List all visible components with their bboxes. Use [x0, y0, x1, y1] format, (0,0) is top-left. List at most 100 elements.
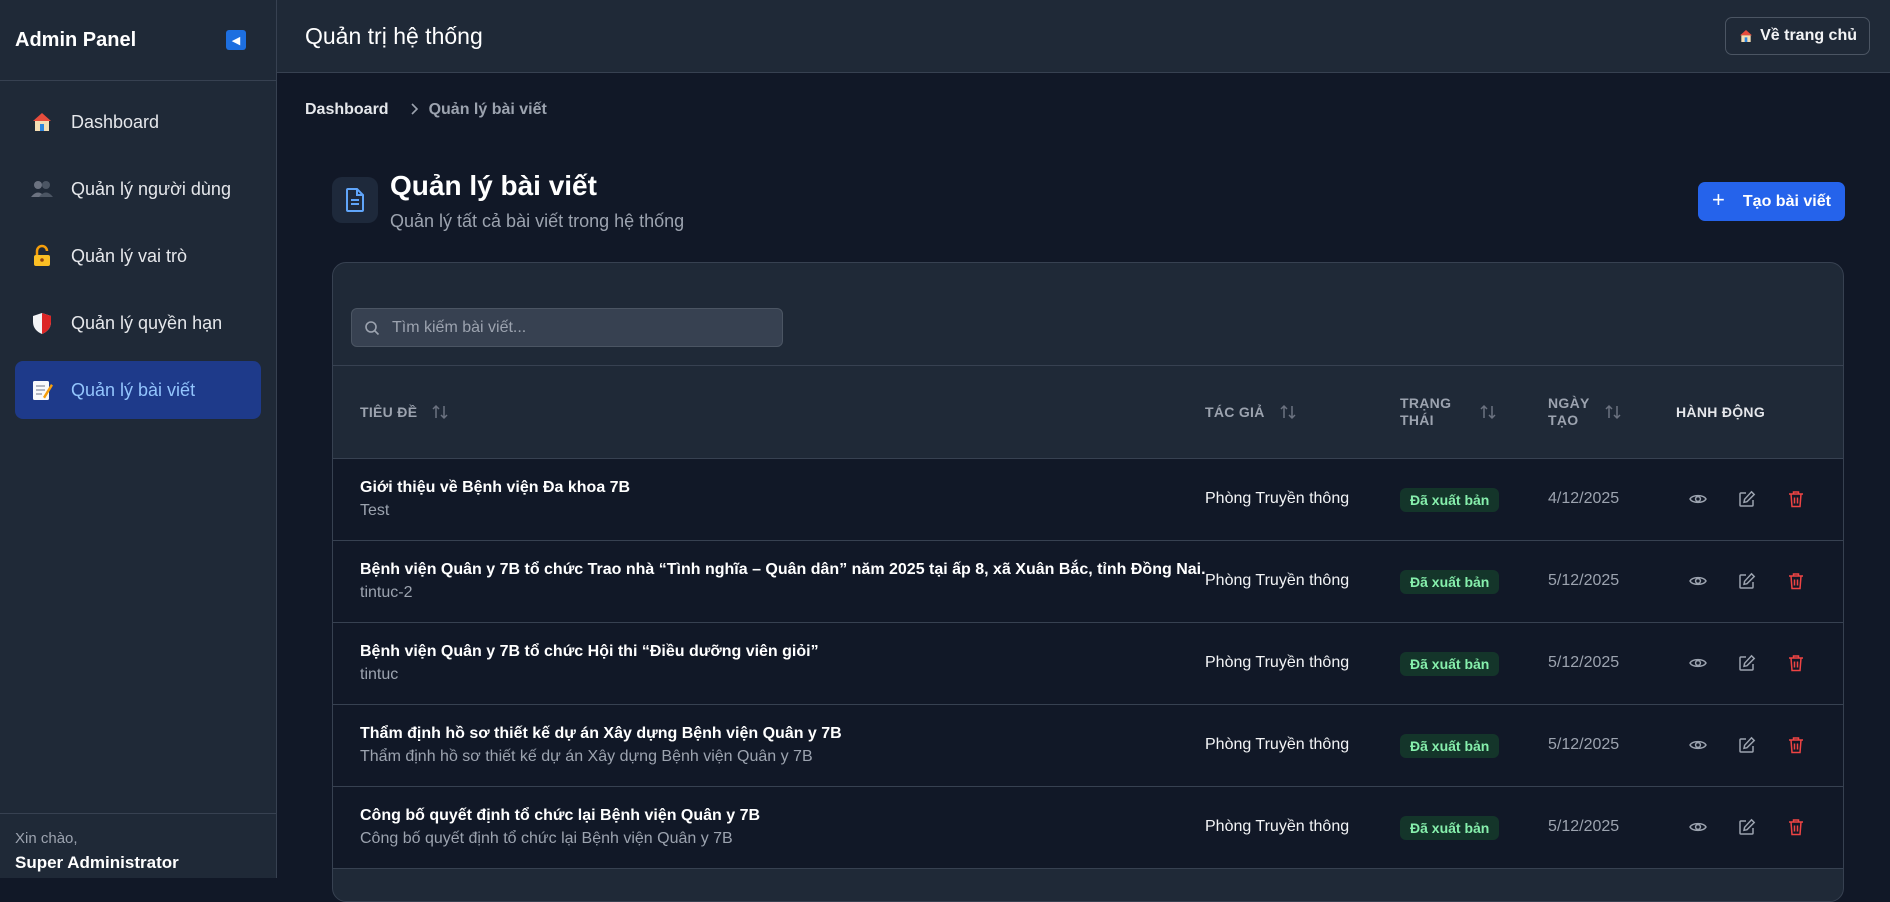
- post-author: Phòng Truyền thông: [1205, 654, 1350, 671]
- trash-icon: [1789, 737, 1803, 754]
- post-title: Công bố quyết định tổ chức lại Bệnh viện…: [360, 807, 761, 824]
- sidebar-item-permissions[interactable]: Quản lý quyền hạn: [15, 294, 261, 352]
- users-icon: [29, 176, 55, 202]
- table-row: Giới thiệu về Bệnh viện Đa khoa 7B Test …: [333, 459, 1843, 541]
- sort-icon: [1604, 404, 1622, 420]
- home-button[interactable]: Về trang chủ: [1725, 17, 1870, 55]
- edit-icon: [1739, 572, 1756, 589]
- column-header-date[interactable]: NGÀY TẠO: [1548, 395, 1622, 429]
- sidebar-item-users[interactable]: Quản lý người dùng: [15, 160, 261, 218]
- chevron-right-icon: [409, 102, 419, 118]
- greeting-text: Xin chào,: [15, 830, 78, 847]
- shield-icon: [29, 310, 55, 336]
- home-button-label: Về trang chủ: [1760, 27, 1857, 44]
- column-header-title[interactable]: TIÊU ĐỀ: [360, 404, 449, 420]
- topbar: Quản trị hệ thống Về trang chủ: [277, 0, 1890, 73]
- view-button[interactable]: [1688, 489, 1708, 509]
- delete-button[interactable]: [1786, 735, 1806, 755]
- sidebar-item-label: Quản lý bài viết: [71, 379, 196, 400]
- page-title: Quản lý bài viết: [390, 170, 597, 201]
- status-badge: Đã xuất bản: [1400, 488, 1500, 512]
- post-date: 4/12/2025: [1548, 490, 1620, 507]
- sidebar-item-label: Quản lý quyền hạn: [71, 312, 223, 333]
- delete-button[interactable]: [1786, 571, 1806, 591]
- post-author: Phòng Truyền thông: [1205, 572, 1350, 589]
- sidebar-item-roles[interactable]: Quản lý vai trò: [15, 227, 261, 285]
- sidebar-user: Xin chào, Super Administrator: [0, 813, 276, 878]
- eye-icon: [1689, 822, 1707, 832]
- trash-icon: [1789, 819, 1803, 836]
- create-post-button[interactable]: + Tạo bài viết: [1698, 182, 1845, 221]
- column-header-label-line: TRẠNG: [1400, 395, 1452, 411]
- edit-icon: [1739, 654, 1756, 671]
- search-icon: [364, 320, 380, 336]
- table-header: TIÊU ĐỀ TÁC GIẢ TRẠNG THÁI NGÀY TẠO HÀNH Đ…: [333, 366, 1843, 459]
- column-header-actions: HÀNH ĐỘNG: [1676, 404, 1765, 420]
- table-body: Giới thiệu về Bệnh viện Đa khoa 7B Test …: [333, 459, 1843, 869]
- breadcrumb-current: Quản lý bài viết: [428, 101, 547, 118]
- post-title: Bệnh viện Quân y 7B tổ chức Trao nhà “Tì…: [360, 561, 1206, 578]
- post-author: Phòng Truyền thông: [1205, 490, 1350, 507]
- edit-icon: [1739, 736, 1756, 753]
- edit-button[interactable]: [1737, 489, 1757, 509]
- search-box: [351, 308, 783, 347]
- post-title: Giới thiệu về Bệnh viện Đa khoa 7B: [360, 479, 631, 496]
- plus-icon: +: [1712, 187, 1725, 212]
- house-icon: [29, 109, 55, 135]
- post-author: Phòng Truyền thông: [1205, 736, 1350, 753]
- edit-icon: [1739, 490, 1756, 507]
- view-button[interactable]: [1688, 735, 1708, 755]
- table-row: Bệnh viện Quân y 7B tổ chức Hội thi “Điề…: [333, 623, 1843, 705]
- column-header-status[interactable]: TRẠNG THÁI: [1400, 395, 1497, 429]
- collapse-sidebar-button[interactable]: ◀: [226, 30, 246, 50]
- sidebar: Admin Panel ◀ Dashboard Quản lý người dù…: [0, 0, 277, 878]
- column-header-label: NGÀY TẠO: [1548, 395, 1590, 429]
- post-slug: Công bố quyết định tổ chức lại Bệnh viện…: [360, 830, 733, 847]
- post-date: 5/12/2025: [1548, 654, 1620, 671]
- posts-card: TIÊU ĐỀ TÁC GIẢ TRẠNGTHÁI NGÀYTẠO HÀNH Đ…: [332, 262, 1844, 902]
- breadcrumb-home-link[interactable]: Dashboard: [305, 101, 389, 119]
- user-name: Super Administrator: [15, 853, 179, 872]
- column-header-author[interactable]: TÁC GIẢ: [1205, 404, 1297, 420]
- lock-key-icon: [29, 243, 55, 269]
- sidebar-item-label: Quản lý người dùng: [71, 178, 231, 199]
- sort-icon: [1279, 404, 1297, 420]
- document-icon: [332, 177, 378, 223]
- search-input[interactable]: [390, 317, 774, 338]
- delete-button[interactable]: [1786, 489, 1806, 509]
- post-title: Thẩm định hồ sơ thiết kế dự án Xây dựng …: [360, 725, 842, 742]
- column-header-label-line: NGÀY: [1548, 395, 1590, 411]
- trash-icon: [1789, 573, 1803, 590]
- status-badge: Đã xuất bản: [1400, 570, 1500, 594]
- table-row: Công bố quyết định tổ chức lại Bệnh viện…: [333, 787, 1843, 869]
- post-slug: tintuc-2: [360, 584, 413, 601]
- eye-icon: [1689, 494, 1707, 504]
- edit-button[interactable]: [1737, 571, 1757, 591]
- house-icon: [1738, 28, 1754, 44]
- sidebar-item-posts[interactable]: Quản lý bài viết: [15, 361, 261, 419]
- edit-button[interactable]: [1737, 817, 1757, 837]
- post-date: 5/12/2025: [1548, 572, 1620, 589]
- table-row: Thẩm định hồ sơ thiết kế dự án Xây dựng …: [333, 705, 1843, 787]
- column-header-label-line: TẠO: [1548, 412, 1579, 428]
- post-slug: Test: [360, 502, 390, 519]
- column-header-label-line: THÁI: [1400, 412, 1434, 428]
- sort-icon: [1479, 404, 1497, 420]
- edit-button[interactable]: [1737, 735, 1757, 755]
- sidebar-item-label: Dashboard: [71, 111, 160, 132]
- status-badge: Đã xuất bản: [1400, 734, 1500, 758]
- sidebar-item-label: Quản lý vai trò: [71, 245, 188, 266]
- eye-icon: [1689, 576, 1707, 586]
- sort-icon: [431, 404, 449, 420]
- view-button[interactable]: [1688, 571, 1708, 591]
- view-button[interactable]: [1688, 653, 1708, 673]
- delete-button[interactable]: [1786, 817, 1806, 837]
- sidebar-title: Admin Panel: [15, 28, 137, 51]
- post-slug: tintuc: [360, 666, 399, 683]
- sidebar-item-dashboard[interactable]: Dashboard: [15, 93, 261, 151]
- topbar-title: Quản trị hệ thống: [305, 22, 483, 49]
- delete-button[interactable]: [1786, 653, 1806, 673]
- view-button[interactable]: [1688, 817, 1708, 837]
- edit-button[interactable]: [1737, 653, 1757, 673]
- card-toolbar: [333, 263, 1843, 366]
